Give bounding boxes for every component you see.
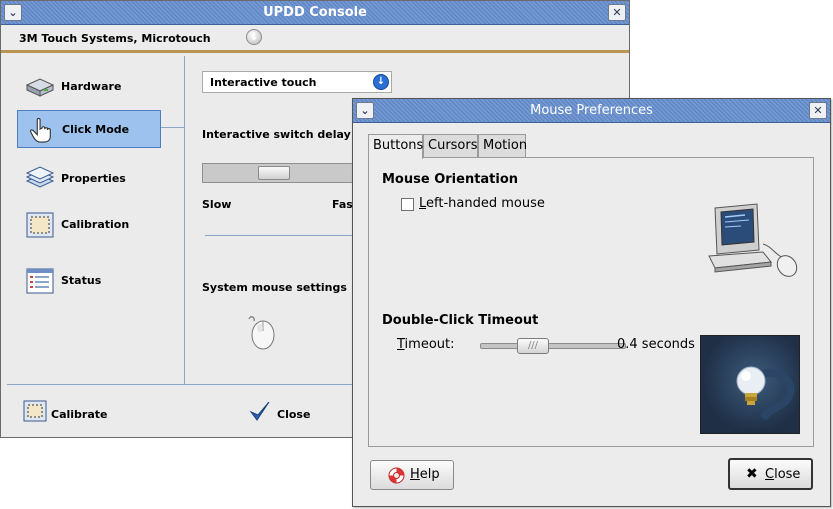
hardware-icon — [25, 78, 55, 97]
tab-buttons[interactable]: Buttons — [368, 134, 423, 159]
nav-label: Hardware — [61, 80, 122, 93]
device-bar: 3M Touch Systems, Microtouch ↓ — [1, 25, 629, 53]
prefs-titlebar[interactable]: ⌄ Mouse Preferences ✕ — [353, 99, 830, 123]
mouse-settings-icon[interactable] — [245, 315, 279, 351]
nav-hardware[interactable]: Hardware — [17, 68, 161, 106]
calibration-icon — [26, 212, 54, 238]
timeout-label: Timeout: — [397, 337, 455, 352]
switch-delay-slider[interactable] — [202, 163, 362, 183]
updd-titlebar[interactable]: ⌄ UPDD Console ✕ — [1, 1, 629, 25]
orientation-heading: Mouse Orientation — [382, 172, 519, 187]
close-button[interactable]: ✖ Close — [728, 458, 813, 490]
close-label: Close — [277, 408, 311, 421]
nav-label: Properties — [61, 172, 126, 185]
nav-click-mode[interactable]: Click Mode — [17, 110, 161, 148]
help-lifebuoy-icon — [388, 467, 405, 484]
timeout-slider[interactable]: /// — [480, 338, 626, 354]
double-click-heading: Double-Click Timeout — [382, 313, 539, 328]
lightbulb-icon — [736, 366, 795, 421]
mnemonic: T — [397, 337, 405, 352]
slider-thumb[interactable] — [258, 166, 290, 180]
prefs-title: Mouse Preferences — [530, 103, 653, 118]
close-text: lose — [774, 467, 801, 482]
help-text: elp — [419, 467, 440, 482]
left-handed-checkbox[interactable] — [401, 198, 414, 211]
nav-label: Click Mode — [62, 123, 130, 136]
combo-arrow-icon[interactable]: ↓ — [373, 74, 389, 90]
timeout-text: imeout: — [404, 337, 455, 352]
mnemonic: H — [410, 467, 420, 482]
device-name: 3M Touch Systems, Microtouch — [19, 32, 211, 45]
timeout-slider-thumb[interactable]: /// — [517, 338, 549, 354]
calibrate-label: Calibrate — [51, 408, 108, 421]
mouse-preferences-window: ⌄ Mouse Preferences ✕ Buttons Cursors Mo… — [352, 98, 831, 507]
left-handed-label[interactable]: Left-handed mouse — [419, 196, 545, 211]
tab-motion[interactable]: Motion — [478, 134, 527, 158]
system-mouse-label: System mouse settings — [202, 281, 347, 294]
mnemonic: L — [419, 196, 427, 211]
checkmark-icon — [249, 401, 270, 421]
nav-properties[interactable]: Properties — [17, 160, 161, 198]
updd-close-button[interactable]: ✕ — [608, 4, 626, 21]
tab-cursors[interactable]: Cursors — [423, 134, 478, 158]
hand-pointer-icon — [30, 117, 51, 143]
status-list-icon — [26, 268, 54, 294]
mode-combo-value: Interactive touch — [210, 76, 317, 89]
device-dropdown-icon[interactable]: ↓ — [246, 29, 262, 45]
help-label: Help — [410, 467, 440, 482]
panel-divider — [205, 235, 365, 236]
updd-title: UPDD Console — [263, 5, 367, 20]
double-click-test-area[interactable] — [700, 335, 800, 434]
help-button[interactable]: Help — [370, 460, 454, 490]
timeout-value: 0.4 seconds — [617, 337, 695, 352]
mode-combo[interactable]: Interactive touch ↓ — [202, 71, 392, 93]
slow-label: Slow — [202, 198, 232, 211]
nav-calibration[interactable]: Calibration — [17, 206, 161, 244]
close-x-icon: ✖ — [746, 466, 758, 482]
prefs-close-button[interactable]: ✕ — [809, 102, 827, 119]
nav-connector — [161, 127, 185, 128]
buttons-tab-panel: Mouse Orientation Left-handed mouse Doub… — [368, 157, 814, 447]
nav-status[interactable]: Status — [17, 262, 161, 300]
updd-nav: Hardware Click Mode Properties Calibrati… — [7, 56, 185, 384]
computer-mouse-icon — [708, 203, 798, 277]
mnemonic: C — [765, 467, 775, 482]
switch-delay-label: Interactive switch delay — [202, 128, 351, 141]
updd-close-action-button[interactable]: Close — [249, 398, 329, 428]
nav-label: Status — [61, 274, 102, 287]
nav-label: Calibration — [61, 218, 130, 231]
calibrate-icon — [23, 400, 47, 422]
left-handed-text: eft-handed mouse — [426, 196, 545, 211]
calibrate-button[interactable]: Calibrate — [23, 398, 133, 428]
layers-icon — [25, 166, 55, 188]
close-label: Close — [765, 467, 800, 482]
